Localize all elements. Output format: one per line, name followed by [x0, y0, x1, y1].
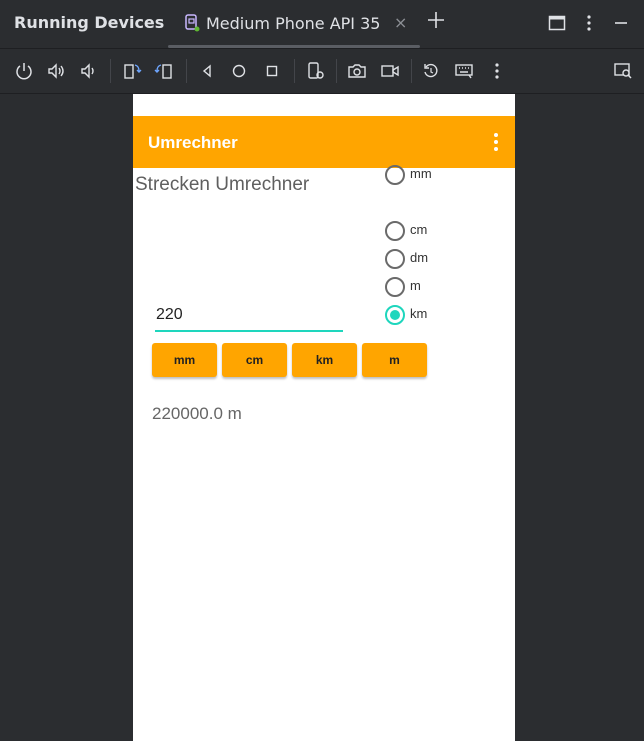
toolbar-separator	[186, 59, 187, 83]
toolbar-separator	[110, 59, 111, 83]
radio-label: mm	[410, 166, 432, 181]
result-text: 220000.0 m	[152, 404, 242, 423]
radio-label: km	[410, 306, 428, 321]
rotate-right-icon[interactable]	[153, 60, 175, 82]
panel-title: Running Devices	[14, 13, 165, 32]
radio-m[interactable]: m	[385, 276, 505, 298]
toolbar-separator	[294, 59, 295, 83]
radio-km[interactable]: km	[385, 304, 505, 326]
radio-button-selected[interactable]	[385, 305, 405, 325]
radio-mm[interactable]: mm	[385, 164, 505, 186]
reset-icon[interactable]	[420, 60, 442, 82]
device-settings-icon[interactable]	[305, 60, 327, 82]
power-icon[interactable]	[13, 60, 35, 82]
device-toolbar	[0, 49, 644, 93]
page-heading: Strecken Umrechner	[135, 174, 310, 195]
toolbar-separator	[411, 59, 412, 83]
radio-button[interactable]	[385, 165, 405, 185]
app-title: Umrechner	[148, 133, 238, 152]
overview-icon[interactable]	[261, 60, 283, 82]
rotate-left-icon[interactable]	[121, 60, 143, 82]
close-icon[interactable]: ×	[394, 13, 407, 32]
radio-button[interactable]	[385, 277, 405, 297]
overflow-menu-icon[interactable]	[493, 133, 499, 151]
device-explorer-icon[interactable]	[612, 60, 634, 82]
radio-button[interactable]	[385, 249, 405, 269]
minimize-icon[interactable]	[612, 14, 630, 32]
radio-dm[interactable]: dm	[385, 248, 505, 270]
value-input[interactable]	[155, 302, 343, 332]
convert-mm-button[interactable]: mm	[152, 343, 217, 377]
back-icon[interactable]	[196, 60, 218, 82]
more-icon[interactable]	[486, 60, 508, 82]
options-menu-icon[interactable]	[580, 14, 598, 32]
video-icon[interactable]	[379, 60, 401, 82]
app-bar: Umrechner	[133, 116, 515, 168]
radio-label: dm	[410, 250, 429, 265]
convert-km-button[interactable]: km	[292, 343, 357, 377]
camera-icon[interactable]	[346, 60, 368, 82]
radio-label: m	[410, 278, 421, 293]
device-tab-label: Medium Phone API 35	[206, 14, 381, 33]
radio-label: cm	[410, 222, 428, 237]
window-layout-icon[interactable]	[548, 14, 566, 32]
device-tab-icon	[185, 14, 200, 32]
convert-m-button[interactable]: m	[362, 343, 427, 377]
volume-up-icon[interactable]	[45, 60, 67, 82]
toolbar-separator	[336, 59, 337, 83]
panel-header: Running Devices Medium Phone API 35 ×	[0, 0, 644, 48]
radio-cm[interactable]: cm	[385, 220, 505, 242]
radio-button[interactable]	[385, 221, 405, 241]
convert-cm-button[interactable]: cm	[222, 343, 287, 377]
add-device-icon[interactable]	[426, 10, 446, 30]
volume-down-icon[interactable]	[77, 60, 99, 82]
device-tab[interactable]: Medium Phone API 35 ×	[168, 0, 420, 48]
device-screen[interactable]: Umrechner Strecken Umrechner mm cm dm m …	[133, 94, 515, 741]
keyboard-icon[interactable]	[453, 60, 475, 82]
home-icon[interactable]	[228, 60, 250, 82]
